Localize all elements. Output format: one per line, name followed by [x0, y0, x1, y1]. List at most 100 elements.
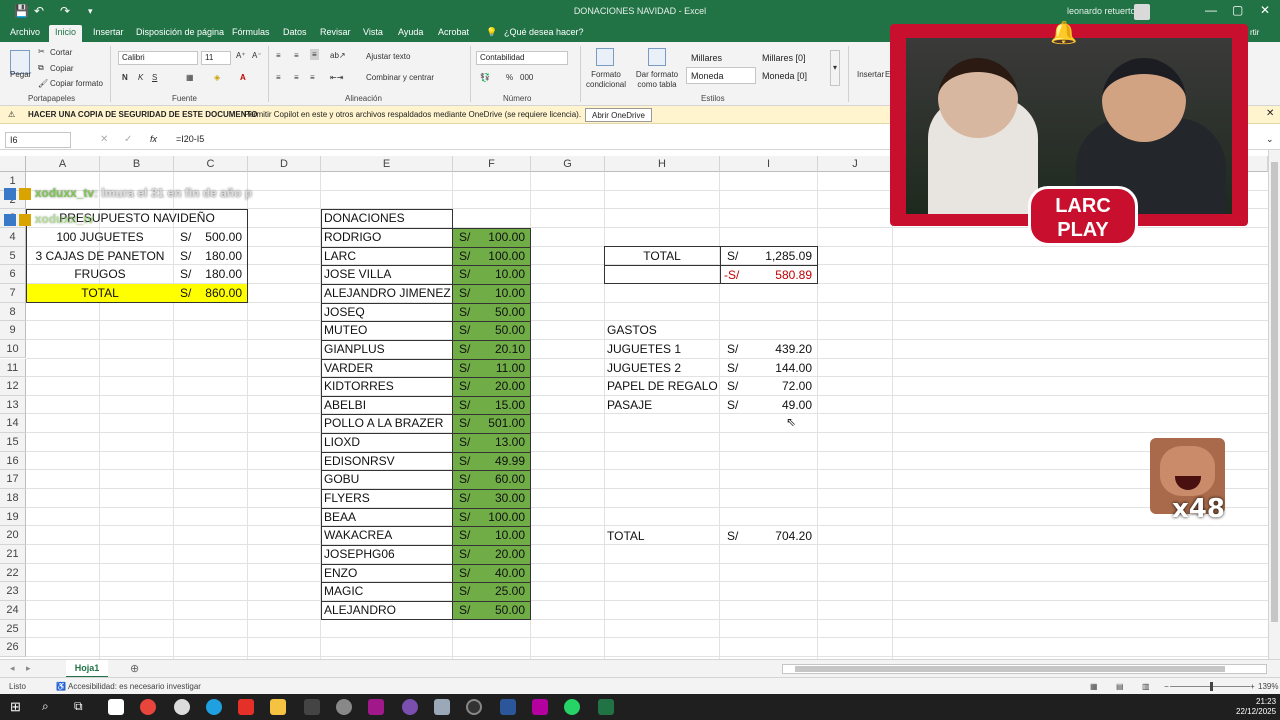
expense-currency[interactable]: S/ [727, 377, 738, 396]
search-icon[interactable]: ⌕ [42, 699, 49, 714]
expense-amount[interactable]: 49.00 [740, 396, 812, 415]
column-header[interactable]: H [605, 156, 720, 172]
expense-amount[interactable]: 72.00 [740, 377, 812, 396]
donation-currency[interactable]: S/ [459, 340, 470, 359]
donation-amount[interactable]: 20.00 [470, 377, 525, 396]
donation-currency[interactable]: S/ [459, 265, 470, 284]
expense-label[interactable]: PAPEL DE REGALO [607, 377, 718, 396]
donation-currency[interactable]: S/ [459, 377, 470, 396]
donation-currency[interactable]: S/ [459, 452, 470, 471]
underline-button[interactable]: S [152, 73, 157, 82]
donation-name[interactable]: GOBU [324, 470, 359, 489]
expense-amount[interactable]: 439.20 [740, 340, 812, 359]
donation-currency[interactable]: S/ [459, 526, 470, 545]
indent-icon[interactable]: ⇤⇥ [330, 73, 343, 82]
tell-me-icon[interactable]: 💡 [486, 27, 497, 38]
summary-difference-amount[interactable]: 580.89 [740, 266, 812, 285]
expenses-total-amount[interactable]: 704.20 [740, 527, 812, 546]
tab-acrobat[interactable]: Acrobat [438, 27, 469, 37]
font-name-combo[interactable]: Calibri [118, 51, 198, 65]
avatar[interactable] [1134, 4, 1150, 20]
expenses-header[interactable]: GASTOS [607, 321, 657, 340]
donation-name[interactable]: POLLO A LA BRAZER [324, 414, 443, 433]
format-painter-icon[interactable]: 🖌 [38, 79, 48, 88]
vertical-scrollbar[interactable] [1268, 150, 1280, 659]
budget-item-label[interactable]: FRUGOS [26, 265, 174, 284]
summary-total-currency[interactable]: S/ [727, 247, 738, 266]
obs-icon[interactable] [466, 699, 482, 715]
task-view-icon[interactable]: ⧉ [74, 699, 83, 714]
summary-difference-currency[interactable]: -S/ [724, 266, 739, 285]
row-header[interactable]: 4 [0, 227, 26, 247]
edge-icon[interactable] [206, 699, 222, 715]
donation-amount[interactable]: 10.00 [470, 265, 525, 284]
align-left-icon[interactable]: ≡ [276, 73, 281, 82]
tab-formulas[interactable]: Fórmulas [232, 27, 270, 37]
donation-currency[interactable]: S/ [459, 414, 470, 433]
chrome-profile-icon[interactable] [174, 699, 190, 715]
next-sheet-icon[interactable]: ▸ [26, 663, 31, 674]
budget-item-amount[interactable]: 180.00 [190, 247, 242, 266]
donation-name[interactable]: GIANPLUS [324, 340, 385, 359]
align-middle-icon[interactable]: ≡ [294, 51, 299, 60]
donation-currency[interactable]: S/ [459, 545, 470, 564]
donation-name[interactable]: JOSE VILLA [324, 265, 391, 284]
row-header[interactable]: 7 [0, 283, 26, 303]
select-all-corner[interactable] [0, 156, 26, 172]
row-header[interactable]: 10 [0, 339, 26, 359]
align-top-icon[interactable]: ≡ [276, 51, 281, 60]
format-painter-button[interactable]: Copiar formato [50, 79, 103, 88]
tab-datos[interactable]: Datos [283, 27, 307, 37]
row-header[interactable]: 12 [0, 377, 26, 396]
tab-ayuda[interactable]: Ayuda [398, 27, 423, 37]
italic-button[interactable]: K [138, 73, 143, 82]
horizontal-scrollbar[interactable] [782, 664, 1267, 674]
tab-vista[interactable]: Vista [363, 27, 383, 37]
row-header[interactable]: 22 [0, 563, 26, 583]
donation-name[interactable]: MAGIC [324, 582, 363, 601]
fill-color-icon[interactable]: ◈ [214, 73, 220, 82]
tab-archivo[interactable]: Archivo [10, 27, 40, 37]
system-clock[interactable]: 21:23 22/12/2025 [1236, 697, 1276, 717]
tab-insertar[interactable]: Insertar [93, 27, 124, 37]
tab-inicio[interactable]: Inicio [49, 25, 83, 42]
column-header[interactable]: E [321, 156, 453, 172]
donation-amount[interactable]: 15.00 [470, 396, 525, 415]
format-as-table-button[interactable]: Dar formato como tabla [634, 70, 680, 90]
donation-amount[interactable]: 11.00 [470, 359, 525, 378]
name-box[interactable]: I6 [5, 132, 71, 148]
donation-amount[interactable]: 30.00 [470, 489, 525, 508]
app-icon[interactable] [402, 699, 418, 715]
grow-font-icon[interactable]: A⁺ [236, 51, 246, 60]
expand-formula-icon[interactable]: ⌄ [1266, 134, 1274, 145]
page-layout-icon[interactable]: ▤ [1116, 682, 1124, 691]
donation-name[interactable]: VARDER [324, 359, 373, 378]
summary-total-label[interactable]: TOTAL [604, 247, 720, 266]
accessibility-icon[interactable]: ♿ [56, 682, 66, 691]
donation-amount[interactable]: 49.99 [470, 452, 525, 471]
row-header[interactable]: 21 [0, 545, 26, 564]
maximize-icon[interactable]: ▢ [1232, 3, 1243, 17]
row-header[interactable]: 14 [0, 414, 26, 434]
thousands-button[interactable]: 000 [520, 73, 533, 82]
minimize-icon[interactable]: — [1205, 3, 1217, 17]
calculator-icon[interactable] [434, 699, 450, 715]
tell-me-search[interactable]: ¿Qué desea hacer? [504, 27, 584, 37]
donation-amount[interactable]: 50.00 [470, 303, 525, 322]
donation-amount[interactable]: 13.00 [470, 433, 525, 452]
accounting-icon[interactable]: 💱 [480, 73, 490, 82]
word-icon[interactable] [500, 699, 516, 715]
donation-amount[interactable]: 40.00 [470, 564, 525, 583]
donations-header[interactable]: DONACIONES [324, 209, 405, 228]
donation-name[interactable]: ENZO [324, 564, 357, 583]
formula-input[interactable]: =I20-I5 [176, 134, 204, 144]
zoom-in-icon[interactable]: + [1250, 682, 1255, 691]
chrome-icon[interactable] [140, 699, 156, 715]
sheet-tab-hoja1[interactable]: Hoja1 [66, 660, 108, 678]
row-header[interactable]: 9 [0, 321, 26, 340]
budget-item-label[interactable]: 3 CAJAS DE PANETON [26, 247, 174, 266]
app-icon[interactable] [368, 699, 384, 715]
row-header[interactable]: 5 [0, 246, 26, 266]
align-right-icon[interactable]: ≡ [310, 73, 315, 82]
file-explorer-icon[interactable] [270, 699, 286, 715]
